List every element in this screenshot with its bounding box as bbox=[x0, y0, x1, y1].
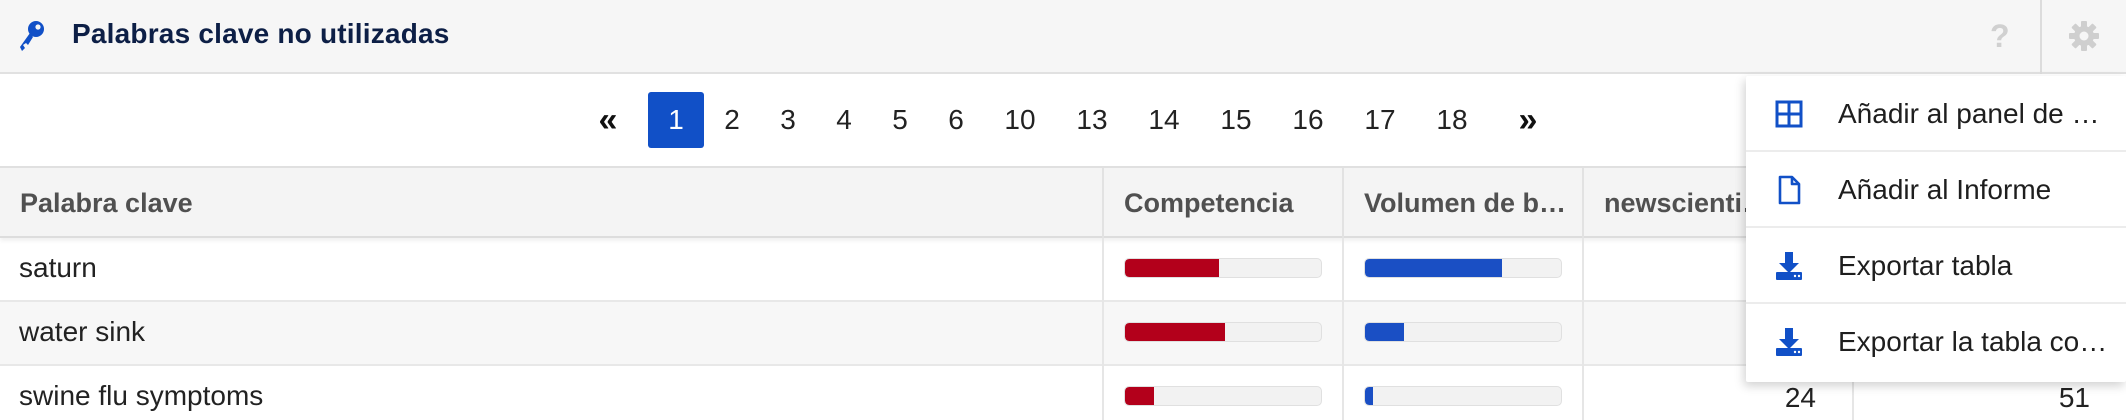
competencia-bar bbox=[1124, 386, 1322, 406]
page-3-button[interactable]: 3 bbox=[760, 92, 816, 148]
menu-item-export-table[interactable]: Exportar tabla bbox=[1746, 228, 2126, 304]
download-icon bbox=[1776, 328, 1802, 356]
menu-item-add-to-dashboard[interactable]: Añadir al panel de … bbox=[1746, 76, 2126, 152]
download-icon bbox=[1776, 252, 1802, 280]
page-13-button[interactable]: 13 bbox=[1056, 92, 1128, 148]
column-header-competencia[interactable]: Competencia bbox=[1104, 168, 1344, 238]
volumen-bar bbox=[1364, 386, 1562, 406]
volumen-bar bbox=[1364, 322, 1562, 342]
keyword-cell: swine flu symptoms bbox=[0, 366, 1104, 420]
menu-item-label: Añadir al Informe bbox=[1838, 174, 2052, 205]
widget-title: Palabras clave no utilizadas bbox=[72, 18, 450, 49]
volumen-cell bbox=[1344, 366, 1584, 420]
last-page-button[interactable]: » bbox=[1500, 92, 1556, 148]
page-10-button[interactable]: 10 bbox=[984, 92, 1056, 148]
page-6-button[interactable]: 6 bbox=[928, 92, 984, 148]
key-icon bbox=[20, 21, 44, 51]
gear-icon[interactable] bbox=[2068, 20, 2100, 52]
keyword-cell: water sink bbox=[0, 302, 1104, 366]
competencia-bar bbox=[1124, 322, 1322, 342]
volumen-bar-fill bbox=[1365, 259, 1503, 277]
competencia-bar-fill bbox=[1125, 323, 1225, 341]
volumen-bar-fill bbox=[1365, 387, 1373, 405]
menu-item-label: Añadir al panel de … bbox=[1838, 98, 2100, 129]
header-divider bbox=[2040, 0, 2042, 74]
menu-item-label: Exportar tabla bbox=[1838, 250, 2013, 281]
document-icon bbox=[1778, 175, 1801, 205]
volumen-bar bbox=[1364, 258, 1562, 278]
column-header-keyword[interactable]: Palabra clave bbox=[0, 168, 1104, 238]
page-16-button[interactable]: 16 bbox=[1272, 92, 1344, 148]
competencia-bar-fill bbox=[1125, 387, 1155, 405]
competencia-cell bbox=[1104, 302, 1344, 366]
competencia-cell bbox=[1104, 238, 1344, 302]
settings-dropdown-menu: Añadir al panel de … Añadir al Informe E… bbox=[1746, 76, 2126, 382]
unused-keywords-widget: Palabras clave no utilizadas ? « 1 2 3 4… bbox=[0, 0, 2126, 420]
competencia-bar bbox=[1124, 258, 1322, 278]
competencia-bar-fill bbox=[1125, 259, 1220, 277]
page-1-button[interactable]: 1 bbox=[648, 92, 704, 148]
page-4-button[interactable]: 4 bbox=[816, 92, 872, 148]
page-15-button[interactable]: 15 bbox=[1200, 92, 1272, 148]
page-17-button[interactable]: 17 bbox=[1344, 92, 1416, 148]
menu-item-label: Exportar la tabla co… bbox=[1838, 326, 2108, 357]
widget-header: Palabras clave no utilizadas ? bbox=[0, 0, 2126, 74]
menu-item-add-to-report[interactable]: Añadir al Informe bbox=[1746, 152, 2126, 228]
help-icon[interactable]: ? bbox=[1990, 18, 2010, 54]
dashboard-grid-icon bbox=[1775, 100, 1803, 128]
volumen-cell bbox=[1344, 302, 1584, 366]
page-18-button[interactable]: 18 bbox=[1416, 92, 1488, 148]
first-page-button[interactable]: « bbox=[580, 92, 636, 148]
page-5-button[interactable]: 5 bbox=[872, 92, 928, 148]
page-14-button[interactable]: 14 bbox=[1128, 92, 1200, 148]
column-header-volumen[interactable]: Volumen de b… bbox=[1344, 168, 1584, 238]
volumen-bar-fill bbox=[1365, 323, 1405, 341]
keyword-cell: saturn bbox=[0, 238, 1104, 302]
page-2-button[interactable]: 2 bbox=[704, 92, 760, 148]
volumen-cell bbox=[1344, 238, 1584, 302]
pagination: « 1 2 3 4 5 6 10 13 14 15 16 17 18 » bbox=[580, 92, 1556, 148]
menu-item-export-full-table[interactable]: Exportar la tabla co… bbox=[1746, 304, 2126, 380]
competencia-cell bbox=[1104, 366, 1344, 420]
